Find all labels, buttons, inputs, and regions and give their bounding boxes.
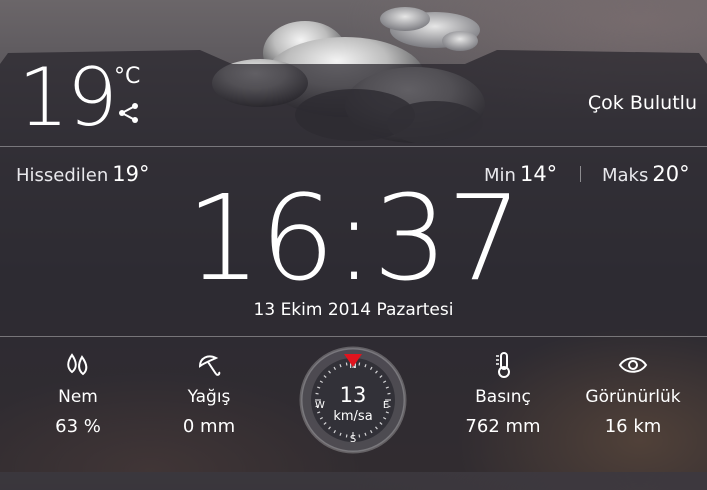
share-icon[interactable] [117,102,141,124]
top-divider [0,146,707,147]
umbrella-icon [198,355,221,376]
wind-speed-unit: km/sa [333,409,373,424]
precipitation-value: 0 mm [182,416,236,437]
thermometer-icon [496,352,510,378]
humidity-drops-icon [67,353,88,376]
temperature-unit: °C [114,64,141,89]
precipitation-label: Yağış [187,387,231,407]
compass-tick [358,362,361,366]
humidity-stat: Nem 63 % [23,352,133,437]
bottom-divider [0,336,707,337]
compass-tick [345,362,348,366]
humidity-value: 63 % [55,416,101,437]
pressure-value: 762 mm [465,416,541,437]
clock-time: 16:37 [185,169,522,307]
current-temperature: 19 [18,51,118,144]
visibility-label: Görünürlük [585,387,681,407]
precipitation-stat: Yağış 0 mm [154,352,264,437]
pressure-stat: Basınç 762 mm [448,352,558,437]
wind-speed: 13 [339,383,367,407]
clock-date: 13 Ekim 2014 Pazartesi [253,300,454,320]
compass-south: S [350,434,356,445]
compass-tick [358,434,361,438]
compass-tick [345,434,348,438]
visibility-stat: Görünürlük 16 km [578,352,688,437]
weather-condition: Çok Bulutlu [587,92,697,114]
pressure-label: Basınç [475,387,531,407]
visibility-value: 16 km [604,416,662,437]
eye-icon [618,357,648,373]
humidity-label: Nem [58,387,98,407]
